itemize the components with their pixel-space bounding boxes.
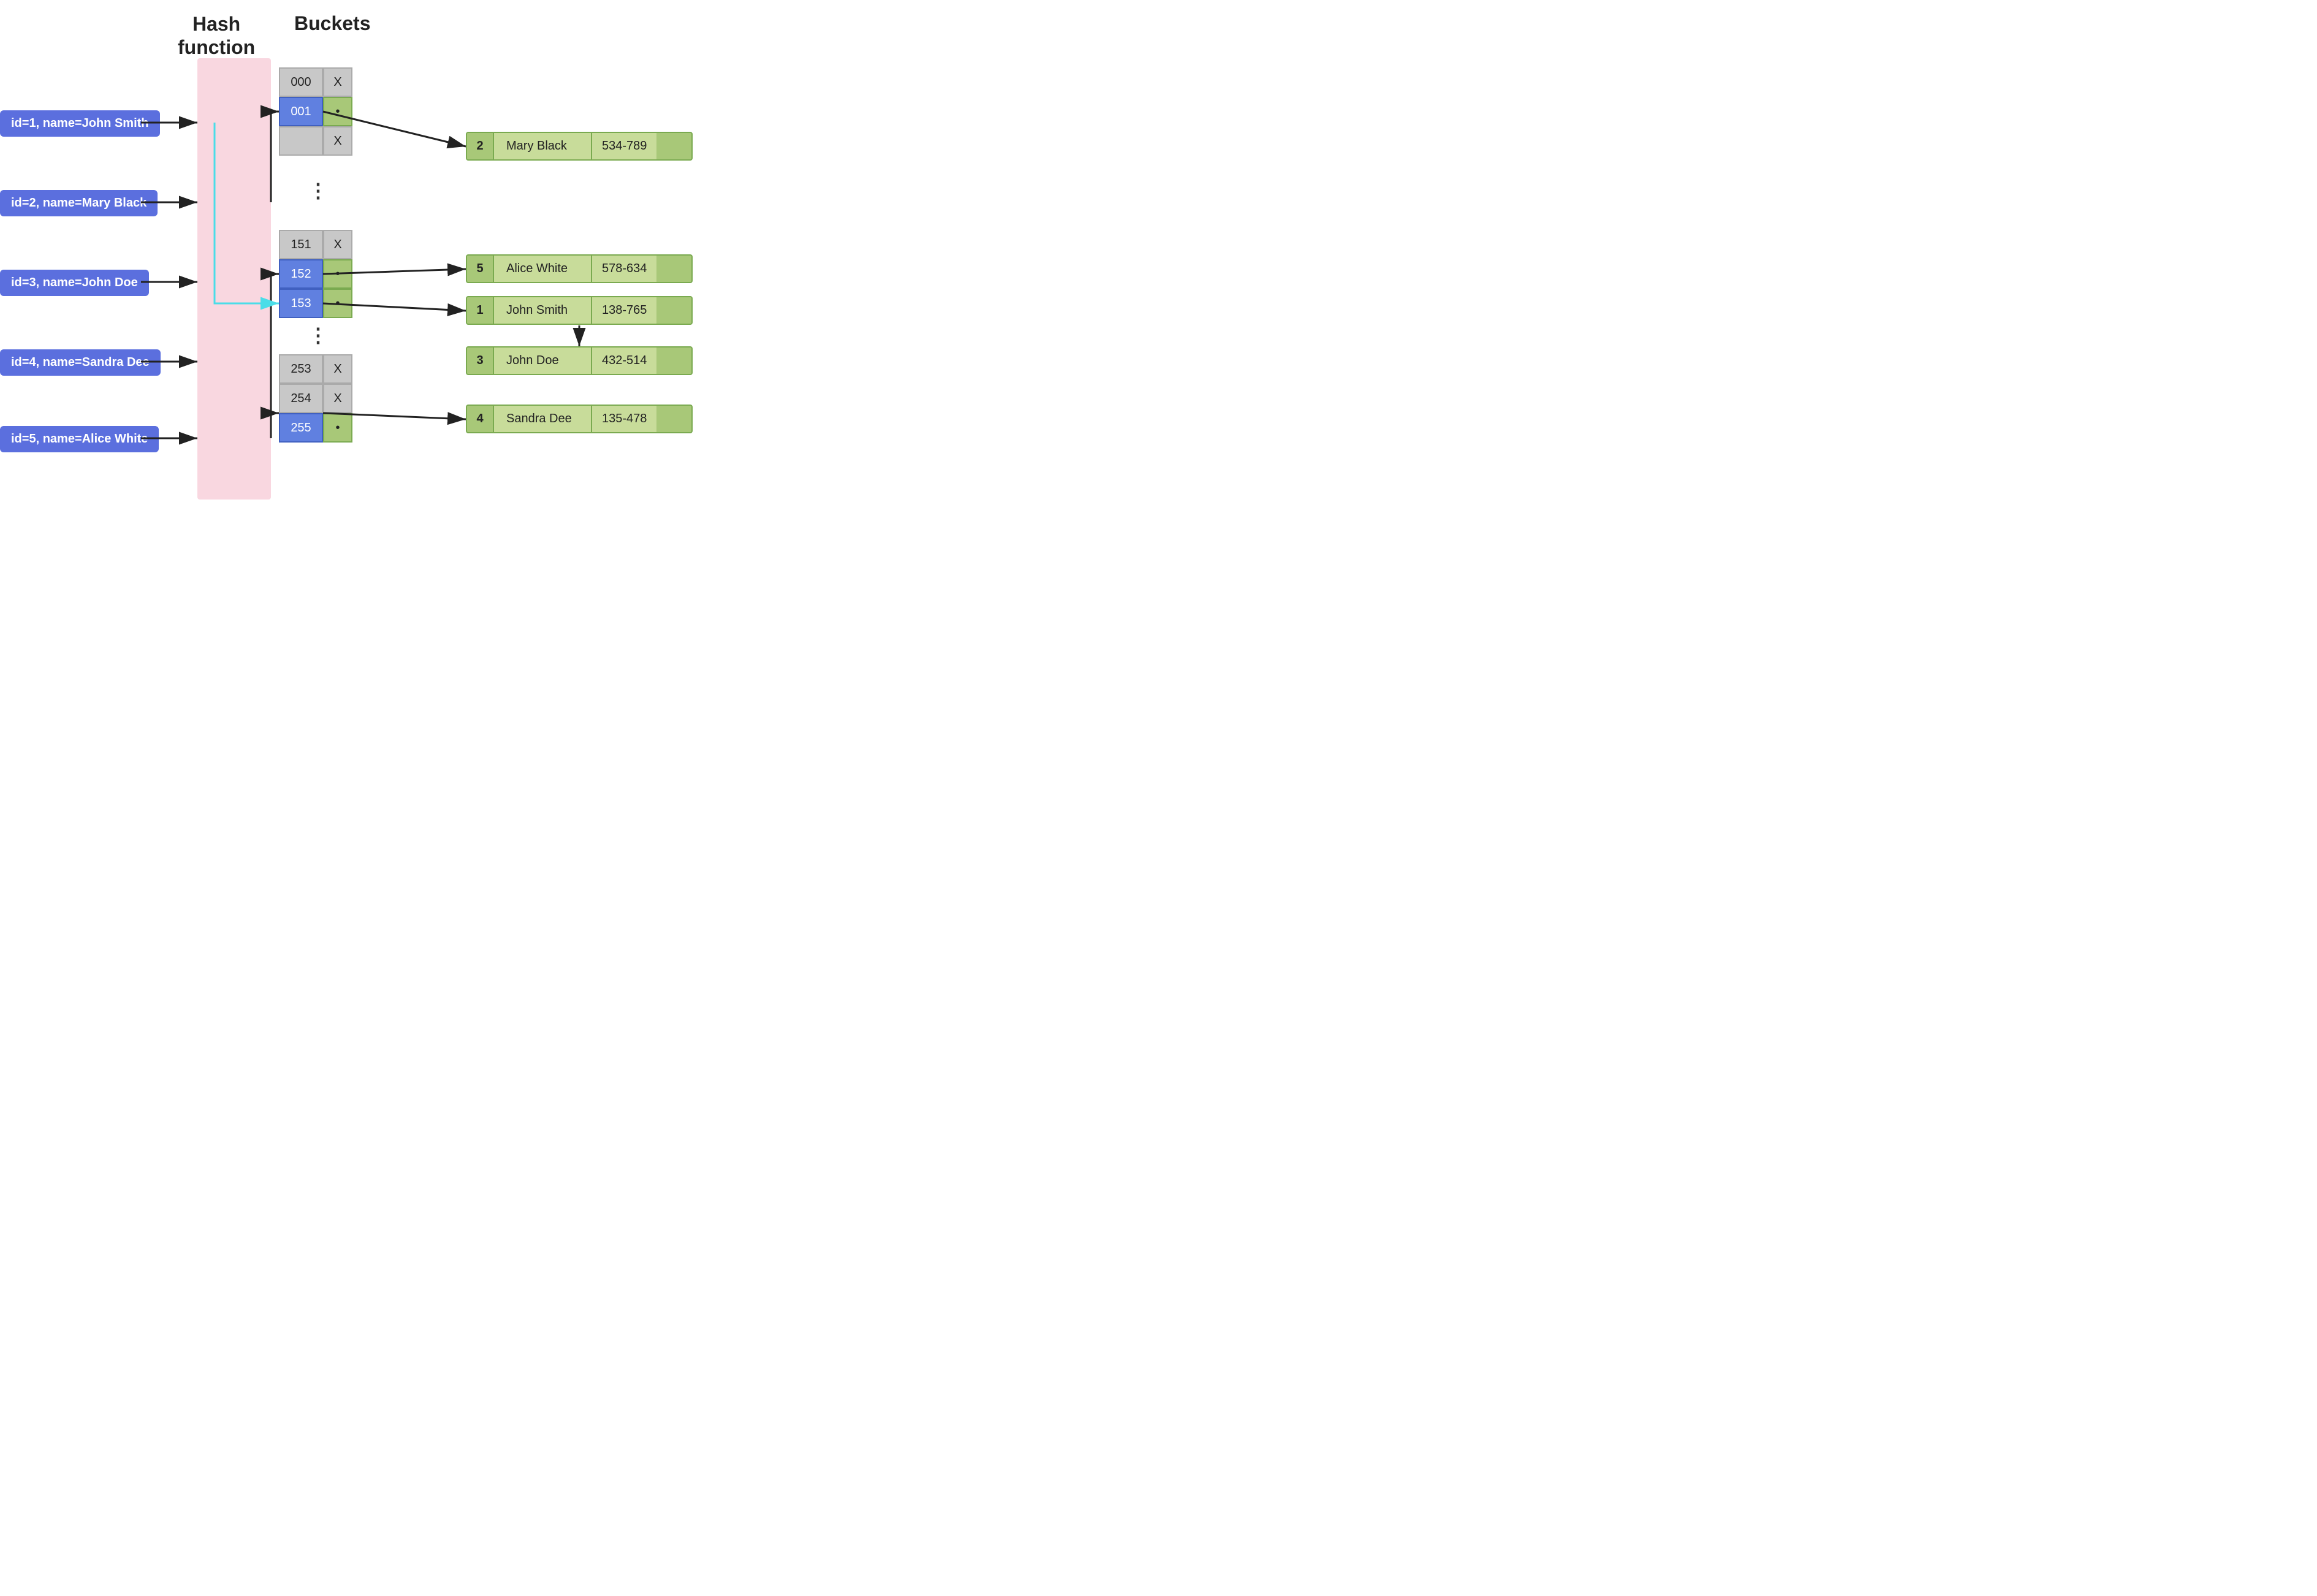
input-record-4: id=4, name=Sandra Dee — [0, 349, 161, 376]
bucket-group-1: 000 X 001 • X — [279, 67, 352, 156]
bucket-label-001: 001 — [279, 97, 323, 126]
result-id-4: 4 — [467, 406, 494, 432]
result-record-john-smith: 1 John Smith 138-765 — [466, 296, 693, 325]
result-phone-alice-white: 578-634 — [592, 256, 656, 282]
bucket-label-255: 255 — [279, 413, 323, 443]
bucket-row-153: 153 • — [279, 289, 352, 318]
result-record-mary-black: 2 Mary Black 534-789 — [466, 132, 693, 161]
bucket-ptr-254: X — [323, 384, 352, 413]
bucket-row-152: 152 • — [279, 259, 352, 289]
result-phone-john-smith: 138-765 — [592, 297, 656, 324]
bucket-ptr-empty: X — [323, 126, 352, 156]
bucket-row-000: 000 X — [279, 67, 352, 97]
dots-1: ⋮ — [296, 179, 340, 202]
bucket-ptr-001: • — [323, 97, 352, 126]
bucket-row-253: 253 X — [279, 354, 352, 384]
bucket-label-254: 254 — [279, 384, 323, 413]
result-name-john-smith: John Smith — [494, 297, 592, 324]
result-name-mary-black: Mary Black — [494, 133, 592, 159]
result-phone-sandra-dee: 135-478 — [592, 406, 656, 432]
bucket-ptr-152: • — [323, 259, 352, 289]
input-record-3: id=3, name=John Doe — [0, 270, 149, 296]
result-record-sandra-dee: 4 Sandra Dee 135-478 — [466, 405, 693, 433]
hash-function-title: Hashfunction — [178, 12, 255, 59]
result-record-alice-white: 5 Alice White 578-634 — [466, 254, 693, 283]
bucket-ptr-000: X — [323, 67, 352, 97]
dots-2: ⋮ — [296, 324, 340, 347]
result-name-john-doe: John Doe — [494, 348, 592, 374]
result-record-john-doe: 3 John Doe 432-514 — [466, 346, 693, 375]
bucket-row-254: 254 X — [279, 384, 352, 413]
result-name-alice-white: Alice White — [494, 256, 592, 282]
input-record-5: id=5, name=Alice White — [0, 426, 159, 452]
result-phone-john-doe: 432-514 — [592, 348, 656, 374]
bucket-row-001: 001 • — [279, 97, 352, 126]
buckets-title: Buckets — [294, 12, 371, 35]
hash-function-column — [197, 58, 271, 500]
bucket-label-151: 151 — [279, 230, 323, 259]
result-id-5: 5 — [467, 256, 494, 282]
bucket-label-000: 000 — [279, 67, 323, 97]
bucket-label-253: 253 — [279, 354, 323, 384]
bucket-ptr-153: • — [323, 289, 352, 318]
diagram: Hashfunction Buckets id=1, name=John Smi… — [0, 0, 772, 532]
result-id-2: 2 — [467, 133, 494, 159]
input-record-1: id=1, name=John Smith — [0, 110, 160, 137]
bucket-ptr-253: X — [323, 354, 352, 384]
bucket-ptr-255: • — [323, 413, 352, 443]
bucket-label-153: 153 — [279, 289, 323, 318]
bucket-row-255: 255 • — [279, 413, 352, 443]
result-phone-mary-black: 534-789 — [592, 133, 656, 159]
bucket-group-2: 151 X 152 • 153 • — [279, 230, 352, 318]
input-record-2: id=2, name=Mary Black — [0, 190, 158, 216]
bucket-group-3: 253 X 254 X 255 • — [279, 354, 352, 443]
bucket-label-empty — [279, 126, 323, 156]
bucket-ptr-151: X — [323, 230, 352, 259]
bucket-row-151: 151 X — [279, 230, 352, 259]
bucket-label-152: 152 — [279, 259, 323, 289]
bucket-row-empty-1: X — [279, 126, 352, 156]
result-id-1: 1 — [467, 297, 494, 324]
result-name-sandra-dee: Sandra Dee — [494, 406, 592, 432]
result-id-3: 3 — [467, 348, 494, 374]
